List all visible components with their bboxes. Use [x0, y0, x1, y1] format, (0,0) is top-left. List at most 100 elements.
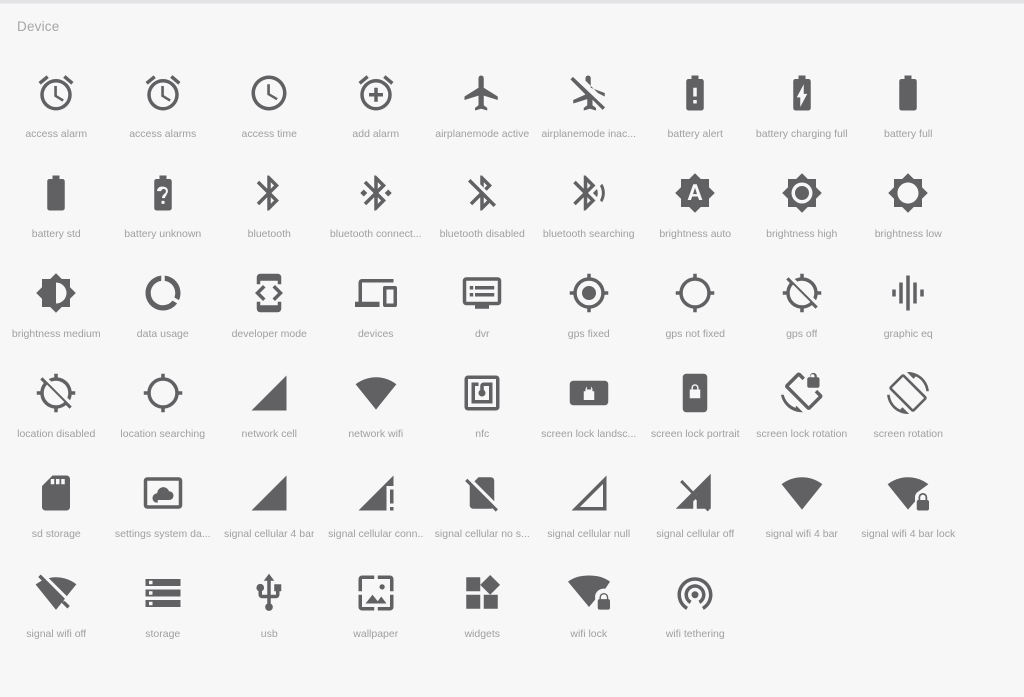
signal-wifi-off-icon[interactable] — [35, 572, 77, 614]
sd-storage-icon[interactable] — [35, 472, 77, 514]
battery-unknown-icon[interactable] — [142, 172, 184, 214]
icon-cell[interactable]: location disabled — [3, 354, 110, 454]
icon-cell[interactable]: signal wifi off — [3, 554, 110, 654]
screen-lock-rotation-icon[interactable] — [780, 372, 823, 414]
icon-cell[interactable]: brightness auto — [642, 154, 749, 254]
icon-cell[interactable]: brightness low — [855, 154, 962, 254]
icon-cell[interactable]: data usage — [110, 254, 217, 354]
icon-cell[interactable]: dvr — [429, 254, 536, 354]
signal-wifi-4-bar-icon[interactable] — [781, 472, 823, 514]
icon-cell[interactable]: wallpaper — [323, 554, 430, 654]
access-time-icon[interactable] — [248, 72, 290, 114]
icon-cell[interactable]: screen lock landsc... — [536, 354, 643, 454]
icon-cell[interactable]: settings system da... — [110, 454, 217, 554]
screen-lock-landscape-icon[interactable] — [568, 372, 610, 414]
graphic-eq-icon[interactable] — [887, 272, 929, 314]
icon-cell[interactable]: gps not fixed — [642, 254, 749, 354]
icon-cell[interactable]: devices — [323, 254, 430, 354]
icon-cell[interactable]: bluetooth connect... — [323, 154, 430, 254]
icon-cell[interactable]: add alarm — [323, 54, 430, 154]
gps-off-icon[interactable] — [781, 272, 823, 314]
icon-cell[interactable]: network cell — [216, 354, 323, 454]
developer-mode-icon[interactable] — [248, 272, 290, 314]
icon-cell[interactable]: battery std — [3, 154, 110, 254]
storage-icon[interactable] — [142, 572, 184, 614]
signal-cellular-connected-no-internet-icon[interactable] — [355, 472, 397, 514]
icon-cell[interactable]: screen lock portrait — [642, 354, 749, 454]
signal-cellular-null-icon[interactable] — [568, 472, 610, 514]
icon-cell[interactable]: airplanemode inac... — [536, 54, 643, 154]
bluetooth-icon[interactable] — [248, 172, 290, 214]
icon-cell[interactable]: location searching — [110, 354, 217, 454]
battery-std-icon[interactable] — [35, 172, 77, 214]
nfc-icon[interactable] — [461, 372, 503, 414]
bluetooth-connected-icon[interactable] — [355, 172, 397, 214]
settings-system-daydream-icon[interactable] — [142, 472, 184, 514]
signal-cellular-no-sim-icon[interactable] — [461, 472, 503, 514]
icon-cell[interactable]: network wifi — [323, 354, 430, 454]
icon-cell[interactable]: signal cellular null — [536, 454, 643, 554]
gps-fixed-icon[interactable] — [568, 272, 610, 314]
screen-rotation-icon[interactable] — [887, 372, 930, 414]
icon-cell[interactable]: storage — [110, 554, 217, 654]
access-alarms-icon[interactable] — [142, 72, 184, 114]
icon-cell[interactable]: gps fixed — [536, 254, 643, 354]
brightness-medium-icon[interactable] — [35, 272, 77, 314]
icon-cell[interactable]: signal cellular no s... — [429, 454, 536, 554]
icon-cell[interactable]: bluetooth — [216, 154, 323, 254]
icon-cell[interactable]: bluetooth disabled — [429, 154, 536, 254]
icon-cell[interactable]: usb — [216, 554, 323, 654]
wifi-lock-icon[interactable] — [567, 572, 610, 614]
icon-cell[interactable]: developer mode — [216, 254, 323, 354]
icon-cell[interactable]: screen lock rotation — [749, 354, 856, 454]
icon-cell[interactable]: sd storage — [3, 454, 110, 554]
icon-cell[interactable]: battery charging full — [749, 54, 856, 154]
icon-cell[interactable]: access alarms — [110, 54, 217, 154]
icon-cell[interactable]: gps off — [749, 254, 856, 354]
network-wifi-icon[interactable] — [355, 372, 397, 414]
icon-cell[interactable]: brightness high — [749, 154, 856, 254]
devices-icon[interactable] — [354, 272, 397, 314]
add-alarm-icon[interactable] — [355, 72, 397, 114]
icon-cell[interactable]: nfc — [429, 354, 536, 454]
signal-cellular-off-icon[interactable] — [674, 472, 716, 514]
icon-cell[interactable]: signal cellular conn.. — [323, 454, 430, 554]
icon-cell[interactable]: bluetooth searching — [536, 154, 643, 254]
network-cell-icon[interactable] — [248, 372, 290, 414]
icon-cell[interactable]: battery full — [855, 54, 962, 154]
icon-cell[interactable]: screen rotation — [855, 354, 962, 454]
icon-cell[interactable]: brightness medium — [3, 254, 110, 354]
icon-cell[interactable]: signal cellular off — [642, 454, 749, 554]
brightness-high-icon[interactable] — [781, 172, 823, 214]
signal-cellular-4-bar-icon[interactable] — [248, 472, 290, 514]
battery-charging-full-icon[interactable] — [781, 72, 823, 114]
signal-wifi-4-bar-lock-icon[interactable] — [887, 472, 930, 514]
data-usage-icon[interactable] — [142, 272, 184, 314]
wallpaper-icon[interactable] — [355, 572, 397, 614]
airplanemode-active-icon[interactable] — [461, 72, 503, 114]
widgets-icon[interactable] — [461, 572, 503, 614]
location-searching-icon[interactable] — [142, 372, 184, 414]
location-disabled-icon[interactable] — [35, 372, 77, 414]
icon-cell[interactable]: access alarm — [3, 54, 110, 154]
gps-not-fixed-icon[interactable] — [674, 272, 716, 314]
icon-cell[interactable]: access time — [216, 54, 323, 154]
bluetooth-disabled-icon[interactable] — [461, 172, 503, 214]
icon-cell[interactable]: airplanemode active — [429, 54, 536, 154]
icon-cell[interactable]: wifi tethering — [642, 554, 749, 654]
screen-lock-portrait-icon[interactable] — [674, 372, 716, 414]
icon-cell[interactable]: signal wifi 4 bar lock — [855, 454, 962, 554]
icon-cell[interactable]: widgets — [429, 554, 536, 654]
brightness-auto-icon[interactable] — [674, 172, 716, 214]
bluetooth-searching-icon[interactable] — [568, 172, 610, 214]
battery-full-icon[interactable] — [887, 72, 929, 114]
icon-cell[interactable]: graphic eq — [855, 254, 962, 354]
battery-alert-icon[interactable] — [674, 72, 716, 114]
icon-cell[interactable]: battery alert — [642, 54, 749, 154]
access-alarm-icon[interactable] — [35, 72, 77, 114]
usb-icon[interactable] — [248, 572, 290, 614]
wifi-tethering-icon[interactable] — [674, 572, 716, 614]
dvr-icon[interactable] — [461, 272, 503, 314]
icon-cell[interactable]: wifi lock — [536, 554, 643, 654]
airplanemode-inactive-icon[interactable] — [568, 72, 610, 114]
